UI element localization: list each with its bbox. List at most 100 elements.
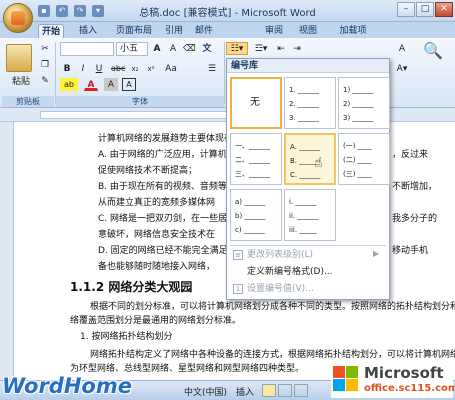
close-button[interactable]: ✕ [435,2,453,17]
option-line: 三、______ [235,170,270,178]
title-bar: ▪ ↶ ↷ ▾ 总稿.doc [兼容模式] - Microsoft Word –… [0,0,455,22]
tab-page-layout[interactable]: 页面布局 [112,24,156,38]
char-border-icon[interactable]: A [122,78,136,91]
bold-button[interactable]: B [60,62,74,75]
option-line: 2) ______ [343,100,374,108]
option-line: 3. ______ [289,114,319,122]
option-line: C. ______ [290,171,321,179]
tab-addins[interactable]: 加载项 [336,24,370,38]
shrink-font-button[interactable]: A [166,42,180,55]
clear-format-icon[interactable]: ⌫ [182,42,196,55]
paste-label[interactable]: 粘贴 [6,74,36,87]
numbering-chinese-option[interactable]: 一、______ 二、______ 三、______ [230,133,282,185]
wordhome-watermark: WordHome [2,374,132,398]
mouse-cursor-icon: ☝ [314,155,323,171]
doc-line: 备也能够随时随地接入网络， [98,262,216,272]
full-screen-view-icon[interactable] [278,384,292,397]
option-line: b) ______ [235,212,266,220]
option-line: (二) ____ [343,156,372,164]
doc-line-fragment: 我多分子的 [392,214,438,224]
font-size-combo[interactable]: 小五 [116,42,148,56]
window-controls: – □ ✕ [397,2,453,17]
change-case-button[interactable]: Aa [162,62,180,75]
increase-indent-icon[interactable]: ⇥ [290,42,304,55]
doc-line-fragment: 不断增加， [392,182,438,192]
list-level-icon: ≡ [233,250,243,260]
office-url-text: office.sc115.com [364,383,455,394]
tab-home[interactable]: 开始 [38,24,64,38]
group-divider [55,42,56,104]
doc-line: 意破坏，网络信息安全技术在 [98,230,216,240]
subscript-icon[interactable]: x₂ [128,62,142,75]
tab-view[interactable]: 视图 [296,24,320,38]
minimize-button[interactable]: – [397,2,415,17]
change-list-level-item[interactable]: 更改列表级别(L) [247,249,313,261]
numbering-123-dot-option[interactable]: 1. ______ 2. ______ 3. ______ [284,77,336,129]
numbering-abc-lower-option[interactable]: a) ______ b) ______ c) ______ [230,189,282,241]
insert-mode-indicator[interactable]: 插入 [236,385,254,398]
decrease-indent-icon[interactable]: ⇤ [274,42,288,55]
numbering-abc-upper-option[interactable]: A. ______ B. ______ C. ______ ☝ [284,133,336,185]
window-title: 总稿.doc [兼容模式] - Microsoft Word [139,8,316,19]
define-new-number-format-item[interactable]: 定义新编号格式(D)... [247,266,333,278]
option-line: a) ______ [235,198,266,206]
doc-line: 从而建立真正的宽频多媒体网 [98,198,216,208]
char-shading-icon[interactable]: A [104,78,118,91]
tab-insert[interactable]: 插入 [76,24,100,38]
vertical-ruler [0,122,14,380]
doc-line: 络覆盖范围划分是最通用的网络划分标准。 [70,316,242,326]
tab-references[interactable]: 引用 [162,24,186,38]
set-numbering-value-item[interactable]: 设置编号值(V)... [247,283,314,295]
strikethrough-icon[interactable]: abc [110,62,125,75]
option-line: 2. ______ [289,100,319,108]
numbering-chinese-paren-option[interactable]: (一) ____ (二) ____ (三) ____ [338,133,390,185]
styles-icon[interactable]: A [392,42,412,55]
ribbon-tabs: 开始 插入 页面布局 引用 邮件 审阅 视图 加载项 [0,22,455,38]
bullets-icon[interactable]: ☰ [205,62,219,75]
numbering-roman-option[interactable]: i. ______ ii. ______ iii. _____ [284,189,336,241]
numbering-123-paren-option[interactable]: 1) ______ 2) ______ 3) ______ [338,77,390,129]
highlight-button[interactable]: ab [60,78,78,91]
find-icon[interactable]: 🔍 [420,43,446,74]
office-button[interactable] [3,3,33,33]
option-line: 二、______ [235,156,270,164]
language-indicator[interactable]: 中文(中国) [184,385,227,398]
copy-icon[interactable]: ❐ [38,58,52,71]
phonetic-button[interactable]: 文 [200,42,214,55]
change-styles-icon[interactable]: A▾ [392,62,412,75]
menu-divider [230,245,386,246]
clipboard-group-label: 剪贴板 [2,96,54,107]
superscript-icon[interactable]: x² [144,62,158,75]
group-divider [224,42,225,104]
numbering-library-dropdown: 编号库 无 1. ______ 2. ______ 3. ______ 1) _… [226,58,390,300]
font-color-button[interactable]: A [84,78,98,91]
doc-line: A. 由于网络的广泛应用，计算机 [98,150,227,160]
section-heading: 1.1.2 网络分类大观园 [70,280,193,294]
italic-button[interactable]: I [76,62,90,75]
cut-icon[interactable]: ✂ [38,42,52,55]
numbering-button[interactable]: ☷▾ [226,42,248,55]
tab-review[interactable]: 审阅 [262,24,286,38]
doc-line: C. 网络是一把双刃剑，在一些居 [98,214,228,224]
font-name-combo[interactable] [60,42,114,56]
doc-line: 计算机网络的发展趋势主要体现在 [98,134,234,144]
print-layout-view-icon[interactable] [262,384,276,397]
option-line: (三) ____ [343,170,372,178]
doc-line: D. 固定的网络已经不能完全满足 [98,246,228,256]
format-painter-icon[interactable]: ✎ [38,74,52,87]
doc-line: 根据不同的划分标准，可以将计算机网络划分成各种不同的类型。按照网络的拓扑结构划分… [90,302,455,312]
numbering-none-option[interactable]: 无 [230,77,282,129]
maximize-button[interactable]: □ [416,2,434,17]
doc-line-fragment: 移动手机 [392,246,429,256]
option-line: iii. _____ [289,226,317,234]
multilevel-list-icon[interactable]: ☲▾ [250,42,272,55]
option-line: c) ______ [235,226,265,234]
underline-button[interactable]: U [92,62,106,75]
grow-font-button[interactable]: A [150,42,164,55]
submenu-arrow-icon: ▶ [373,249,380,258]
tab-mailings[interactable]: 邮件 [192,24,216,38]
option-line: A. ______ [290,143,321,151]
set-value-icon: 1 [233,284,243,294]
paste-icon[interactable] [6,44,32,72]
web-layout-view-icon[interactable] [294,384,308,397]
